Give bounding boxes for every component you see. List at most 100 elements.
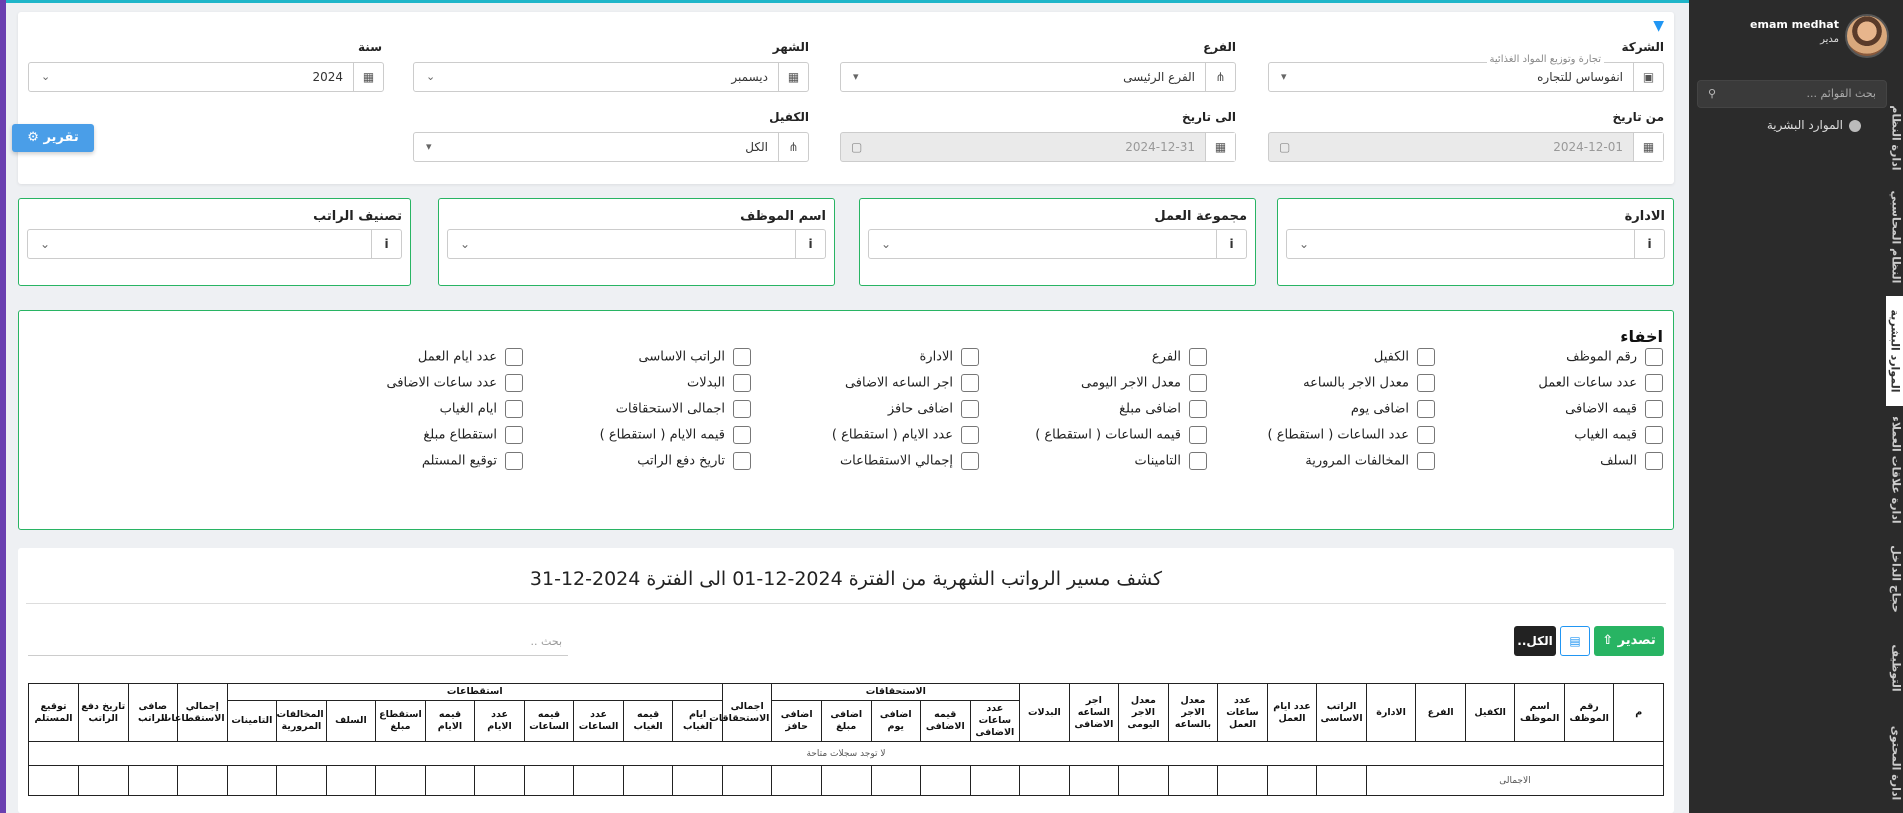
checkbox[interactable]	[505, 426, 523, 444]
tab-pilgrims[interactable]: حجاج الداخل	[1889, 534, 1903, 624]
hide-checkbox-item[interactable]: الراتب الاساسى	[639, 348, 751, 366]
column-header: عدد الساعات	[573, 700, 624, 742]
hide-checkbox-item[interactable]: إجمالي الاستقطاعات	[840, 452, 979, 470]
year-select[interactable]: ▦ 2024 ⌄	[28, 62, 384, 92]
checkbox[interactable]	[733, 348, 751, 366]
sponsor-select[interactable]: ⋔ الكل ▾	[413, 132, 809, 162]
checkbox[interactable]	[1417, 426, 1435, 444]
hide-checkbox-item[interactable]: اضافى مبلغ	[1119, 400, 1207, 418]
avatar[interactable]	[1845, 14, 1889, 58]
filter-icon[interactable]: ▼	[1653, 18, 1664, 34]
hide-checkbox-item[interactable]: قيمه الايام ( استقطاع )	[600, 426, 751, 444]
checkbox[interactable]	[505, 452, 523, 470]
checkbox-label: معدل الاجر اليومى	[1080, 375, 1181, 391]
checkbox[interactable]	[1417, 400, 1435, 418]
checkbox[interactable]	[961, 374, 979, 392]
hide-checkbox-item[interactable]: عدد الساعات ( استقطاع )	[1267, 426, 1435, 444]
checkbox[interactable]	[733, 426, 751, 444]
calendar-picker-icon[interactable]: ▢	[1279, 133, 1290, 161]
checkbox[interactable]	[961, 426, 979, 444]
export-button[interactable]: تصدير ⇧	[1594, 626, 1664, 656]
hide-checkbox-item[interactable]: عدد ايام العمل	[418, 348, 523, 366]
workgroup-select[interactable]: i ⌄	[868, 229, 1247, 259]
hide-checkbox-item[interactable]: قيمه الغياب	[1574, 426, 1663, 444]
hide-checkbox-item[interactable]: عدد ساعات الاضافى	[386, 374, 523, 392]
hide-checkbox-item[interactable]: ايام الغياب	[440, 400, 523, 418]
hide-checkbox-item[interactable]: اضافى يوم	[1351, 400, 1435, 418]
tab-system-admin[interactable]: ادارة النظام	[1889, 98, 1903, 178]
checkbox[interactable]	[1189, 374, 1207, 392]
user-block[interactable]: emam medhat مدير	[1689, 0, 1889, 70]
checkbox[interactable]	[1189, 400, 1207, 418]
hide-checkbox-item[interactable]: معدل الاجر اليومى	[1081, 374, 1207, 392]
checkbox[interactable]	[1645, 374, 1663, 392]
menu-search-input[interactable]: بحث القوائم ... ⚲	[1697, 80, 1887, 108]
to-date-input[interactable]: ▦ 2024-12-31 ▢	[840, 132, 1236, 162]
checkbox[interactable]	[505, 400, 523, 418]
checkbox[interactable]	[961, 452, 979, 470]
checkbox[interactable]	[961, 400, 979, 418]
hide-checkbox-item[interactable]: اضافى حافز	[888, 400, 979, 418]
hide-checkbox-item[interactable]: البدلات	[687, 374, 751, 392]
tab-crm[interactable]: ادارة علاقات العملاء	[1889, 410, 1903, 530]
column-header: عدد ساعات العمل	[1217, 683, 1268, 742]
checkbox[interactable]	[1189, 452, 1207, 470]
checkbox-label: تاريخ دفع الراتب	[637, 453, 725, 469]
to-date-value: 2024-12-31	[1125, 140, 1195, 154]
checkbox[interactable]	[733, 374, 751, 392]
checkbox[interactable]	[733, 400, 751, 418]
checkbox[interactable]	[505, 348, 523, 366]
checkbox[interactable]	[1417, 374, 1435, 392]
sidebar-item-hr[interactable]: الموارد البشرية	[1697, 118, 1861, 132]
page-size-button[interactable]: الكل..	[1514, 626, 1556, 656]
hide-checkbox-item[interactable]: قيمه الساعات ( استقطاع )	[1035, 426, 1207, 444]
hide-checkbox-item[interactable]: المخالفات المرورية	[1305, 452, 1435, 470]
calendar-picker-icon[interactable]: ▢	[851, 133, 862, 161]
hide-checkbox-item[interactable]: اجمالى الاستحقاقات	[616, 400, 751, 418]
branch-select[interactable]: ⋔ الفرع الرئيسى ▾	[840, 62, 1236, 92]
hide-checkbox-item[interactable]: توقيع المستلم	[422, 452, 523, 470]
checkbox[interactable]	[961, 348, 979, 366]
checkbox[interactable]	[733, 452, 751, 470]
hide-checkbox-item[interactable]: عدد ساعات العمل	[1538, 374, 1663, 392]
hide-checkbox-item[interactable]: قيمه الاضافى	[1565, 400, 1663, 418]
checkbox[interactable]	[1645, 426, 1663, 444]
checkbox[interactable]	[505, 374, 523, 392]
checkbox-label: عدد الايام ( استقطاع )	[831, 427, 953, 443]
hide-checkbox-item[interactable]: الادارة	[919, 348, 979, 366]
checkbox[interactable]	[1189, 348, 1207, 366]
checkbox[interactable]	[1645, 400, 1663, 418]
salary-class-select[interactable]: i ⌄	[27, 229, 402, 259]
hide-checkbox-item[interactable]: اجر الساعه الاضافى	[845, 374, 979, 392]
hide-checkbox-item[interactable]: تاريخ دفع الراتب	[637, 452, 751, 470]
hide-checkbox-item[interactable]: رقم الموظف	[1566, 348, 1663, 366]
tab-recruitment[interactable]: التوظيف	[1889, 628, 1903, 708]
checkbox[interactable]	[1645, 452, 1663, 470]
report-search-input[interactable]: بحث ..	[28, 628, 568, 656]
hide-checkbox-item[interactable]: معدل الاجر بالساعه	[1303, 374, 1435, 392]
tab-label: النظام المحاسبي	[1889, 190, 1903, 284]
total-cell	[1019, 765, 1070, 796]
company-select[interactable]: ▣ انفوساس للتجاره ▾	[1268, 62, 1664, 92]
checkbox[interactable]	[1417, 452, 1435, 470]
checkbox[interactable]	[1645, 348, 1663, 366]
hide-checkbox-item[interactable]: الفرع	[1152, 348, 1207, 366]
from-date-input[interactable]: ▦ 2024-12-01 ▢	[1268, 132, 1664, 162]
hide-checkbox-item[interactable]: التامينات	[1135, 452, 1207, 470]
employee-select[interactable]: i ⌄	[447, 229, 826, 259]
hide-checkbox-item[interactable]: الكفيل	[1374, 348, 1435, 366]
tab-accounting[interactable]: النظام المحاسبي	[1889, 182, 1903, 292]
hide-checkbox-item[interactable]: استقطاع مبلغ	[423, 426, 523, 444]
checkbox-label: التامينات	[1134, 453, 1181, 469]
report-button[interactable]: ⚙ تقرير	[12, 124, 94, 152]
column-header: اجر الساعه الاضافى	[1068, 683, 1120, 742]
tab-hr[interactable]: الموارد البشرية	[1886, 296, 1903, 406]
checkbox[interactable]	[1189, 426, 1207, 444]
checkbox[interactable]	[1417, 348, 1435, 366]
department-select[interactable]: i ⌄	[1286, 229, 1665, 259]
hide-checkbox-item[interactable]: عدد الايام ( استقطاع )	[832, 426, 979, 444]
month-select[interactable]: ▦ ديسمبر ⌄	[413, 62, 809, 92]
hide-checkbox-item[interactable]: السلف	[1600, 452, 1663, 470]
tab-content[interactable]: ادارة المحتوى	[1889, 712, 1903, 813]
columns-button[interactable]: ▤	[1560, 626, 1590, 656]
